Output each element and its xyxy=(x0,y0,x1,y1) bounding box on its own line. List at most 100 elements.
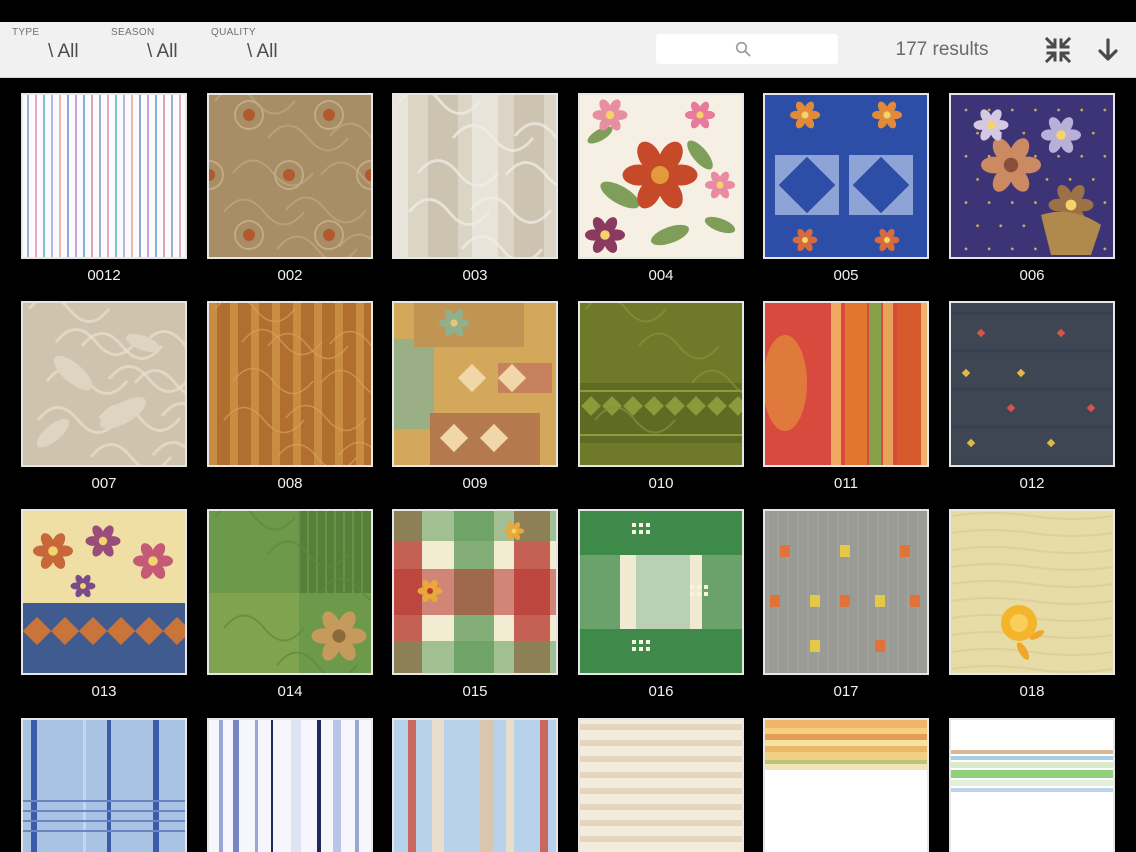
fabric-tile[interactable]: 013 xyxy=(21,509,187,700)
fabric-code-label: 018 xyxy=(1019,683,1045,700)
fabric-swatch-image[interactable] xyxy=(949,718,1115,852)
search-input[interactable] xyxy=(656,34,838,64)
fabric-swatch-image[interactable] xyxy=(578,718,744,852)
fabric-tile[interactable]: 014 xyxy=(207,509,373,700)
fabric-swatch-image[interactable] xyxy=(949,93,1115,259)
fabric-swatch-image[interactable] xyxy=(21,509,187,675)
fabric-swatch-image[interactable] xyxy=(207,93,373,259)
fabric-tile[interactable]: 018 xyxy=(949,509,1115,700)
fabric-swatch-image[interactable] xyxy=(949,301,1115,467)
fabric-code-label: 017 xyxy=(833,683,859,700)
fabric-tile[interactable] xyxy=(578,718,744,852)
fabric-pattern xyxy=(580,720,742,852)
fabric-pattern xyxy=(209,511,371,673)
fabric-tile[interactable]: 017 xyxy=(763,509,929,700)
season-filter-label: SEASON xyxy=(111,27,155,38)
fabric-pattern xyxy=(765,303,927,465)
fabric-tile[interactable] xyxy=(949,718,1115,852)
fabric-code-label: 013 xyxy=(91,683,117,700)
fabric-swatch-image[interactable] xyxy=(392,718,558,852)
fabric-tile[interactable]: 005 xyxy=(763,93,929,284)
fabric-code-label: 014 xyxy=(277,683,303,700)
fabric-swatch-image[interactable] xyxy=(21,301,187,467)
results-count: 177 results xyxy=(895,39,989,60)
fabric-pattern xyxy=(951,303,1113,465)
fabric-swatch-image[interactable] xyxy=(949,509,1115,675)
fabric-pattern xyxy=(951,95,1113,257)
fabric-code-label: 008 xyxy=(277,475,303,492)
fabric-tile[interactable]: 011 xyxy=(763,301,929,492)
fabric-pattern xyxy=(23,303,185,465)
filter-toolbar: TYPE \ All SEASON \ All QUALITY \ All 17… xyxy=(0,22,1136,78)
fabric-tile[interactable]: 0012 xyxy=(21,93,187,284)
fabric-swatch-image[interactable] xyxy=(763,301,929,467)
fabric-swatch-image[interactable] xyxy=(21,93,187,259)
fabric-tile[interactable]: 004 xyxy=(578,93,744,284)
fabric-tile[interactable]: 006 xyxy=(949,93,1115,284)
fabric-tile[interactable]: 002 xyxy=(207,93,373,284)
fabric-tile[interactable]: 007 xyxy=(21,301,187,492)
fabric-code-label: 005 xyxy=(833,267,859,284)
fabric-pattern xyxy=(765,95,927,257)
fabric-swatch-image[interactable] xyxy=(763,93,929,259)
fabric-tile[interactable]: 016 xyxy=(578,509,744,700)
fabric-code-label: 011 xyxy=(834,475,858,492)
fabric-swatch-image[interactable] xyxy=(392,509,558,675)
fabric-pattern xyxy=(23,95,185,257)
arrow-down-icon[interactable] xyxy=(1094,36,1122,64)
fabric-code-label: 006 xyxy=(1019,267,1045,284)
fabric-swatch-image[interactable] xyxy=(392,93,558,259)
type-filter-label: TYPE xyxy=(12,27,40,38)
fabric-pattern xyxy=(580,303,742,465)
type-filter-value[interactable]: \ All xyxy=(48,41,79,63)
fabric-swatch-image[interactable] xyxy=(207,509,373,675)
fabric-pattern xyxy=(23,511,185,673)
fabric-pattern xyxy=(394,303,556,465)
fabric-tile[interactable] xyxy=(763,718,929,852)
fabric-grid: 0012 002 003 004 005 006 007 008 009 010 011 012 013… xyxy=(0,77,1136,852)
fabric-swatch-image[interactable] xyxy=(578,93,744,259)
fabric-pattern xyxy=(580,511,742,673)
fabric-pattern xyxy=(765,720,927,852)
fabric-code-label: 002 xyxy=(277,267,303,284)
fabric-swatch-image[interactable] xyxy=(763,509,929,675)
fabric-tile[interactable]: 008 xyxy=(207,301,373,492)
fabric-swatch-image[interactable] xyxy=(578,301,744,467)
fabric-pattern xyxy=(951,511,1113,673)
fabric-pattern xyxy=(580,95,742,257)
fabric-code-label: 010 xyxy=(648,475,674,492)
fabric-pattern xyxy=(23,720,185,852)
fabric-tile[interactable]: 012 xyxy=(949,301,1115,492)
search-icon xyxy=(735,41,751,57)
fabric-swatch-image[interactable] xyxy=(392,301,558,467)
fabric-pattern xyxy=(394,95,556,257)
fabric-pattern xyxy=(951,720,1113,852)
fabric-swatch-image[interactable] xyxy=(207,301,373,467)
fabric-code-label: 009 xyxy=(462,475,488,492)
fabric-code-label: 007 xyxy=(91,475,117,492)
fabric-tile[interactable] xyxy=(21,718,187,852)
fabric-pattern xyxy=(394,720,556,852)
fabric-tile[interactable] xyxy=(207,718,373,852)
fabric-tile[interactable] xyxy=(392,718,558,852)
fabric-tile[interactable]: 010 xyxy=(578,301,744,492)
fabric-swatch-image[interactable] xyxy=(763,718,929,852)
fabric-tile[interactable]: 015 xyxy=(392,509,558,700)
fabric-pattern xyxy=(765,511,927,673)
fabric-code-label: 012 xyxy=(1019,475,1045,492)
season-filter-value[interactable]: \ All xyxy=(147,41,178,63)
collapse-arrows-icon[interactable] xyxy=(1044,36,1072,64)
fabric-swatch-image[interactable] xyxy=(21,718,187,852)
fabric-pattern xyxy=(209,720,371,852)
fabric-pattern xyxy=(209,95,371,257)
fabric-code-label: 004 xyxy=(648,267,674,284)
fabric-pattern xyxy=(394,511,556,673)
fabric-swatch-image[interactable] xyxy=(578,509,744,675)
quality-filter-label: QUALITY xyxy=(211,27,256,38)
fabric-tile[interactable]: 003 xyxy=(392,93,558,284)
fabric-pattern xyxy=(209,303,371,465)
quality-filter-value[interactable]: \ All xyxy=(247,41,278,63)
fabric-tile[interactable]: 009 xyxy=(392,301,558,492)
fabric-code-label: 015 xyxy=(462,683,488,700)
fabric-swatch-image[interactable] xyxy=(207,718,373,852)
